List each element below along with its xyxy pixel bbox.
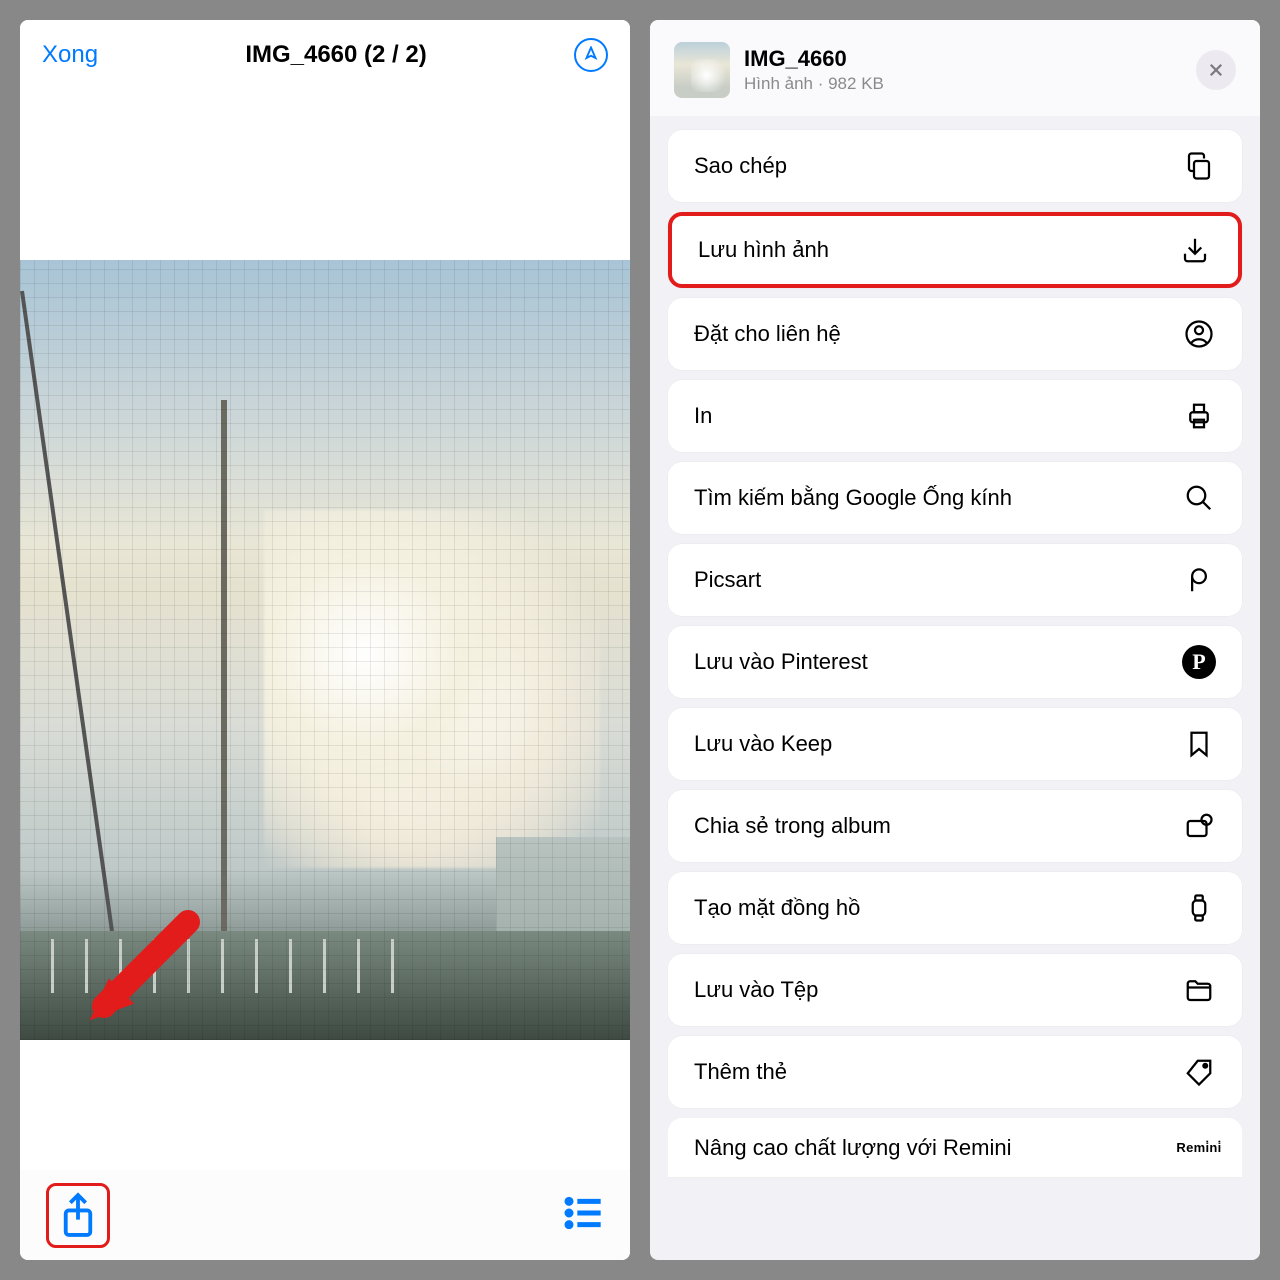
action-label: Lưu hình ảnh <box>698 237 829 263</box>
list-icon[interactable] <box>564 1196 604 1235</box>
action-share-album[interactable]: Chia sẻ trong album <box>668 790 1242 862</box>
share-icon[interactable] <box>59 1192 97 1243</box>
viewer-title: IMG_4660 (2 / 2) <box>245 41 426 69</box>
print-icon <box>1182 399 1216 433</box>
copy-icon <box>1182 149 1216 183</box>
action-label: Lưu vào Keep <box>694 731 832 757</box>
photo-content <box>20 260 630 1040</box>
action-picsart[interactable]: Picsart <box>668 544 1242 616</box>
tag-icon <box>1182 1055 1216 1089</box>
watch-icon <box>1182 891 1216 925</box>
action-add-tags[interactable]: Thêm thẻ <box>668 1036 1242 1108</box>
action-label: Nâng cao chất lượng với Remini <box>694 1135 1012 1161</box>
share-subtitle: Hình ảnh · 982 KB <box>744 74 1182 94</box>
photo-area[interactable] <box>20 90 630 1170</box>
remini-icon: Remi̇ni̇ <box>1182 1131 1216 1165</box>
share-actions-list: Sao chép Lưu hình ảnh Đặt cho liên hệ In <box>650 116 1260 1186</box>
folder-icon <box>1182 973 1216 1007</box>
markup-icon[interactable] <box>574 38 608 72</box>
action-label: Picsart <box>694 567 761 593</box>
share-thumbnail <box>674 42 730 98</box>
action-label: Tìm kiếm bằng Google Ống kính <box>694 485 1012 511</box>
share-title: IMG_4660 <box>744 46 1182 72</box>
action-copy[interactable]: Sao chép <box>668 130 1242 202</box>
viewer-header: Xong IMG_4660 (2 / 2) <box>20 20 630 90</box>
action-label: Chia sẻ trong album <box>694 813 891 839</box>
contact-icon <box>1182 317 1216 351</box>
action-pinterest[interactable]: Lưu vào Pinterest P <box>668 626 1242 698</box>
action-keep[interactable]: Lưu vào Keep <box>668 708 1242 780</box>
share-sheet-panel: IMG_4660 Hình ảnh · 982 KB Sao chép Lưu … <box>650 20 1260 1260</box>
viewer-toolbar <box>20 1170 630 1260</box>
action-google-lens[interactable]: Tìm kiếm bằng Google Ống kính <box>668 462 1242 534</box>
action-save-image[interactable]: Lưu hình ảnh <box>668 212 1242 288</box>
action-save-files[interactable]: Lưu vào Tệp <box>668 954 1242 1026</box>
share-button-highlight <box>46 1183 110 1248</box>
bookmark-icon <box>1182 727 1216 761</box>
album-share-icon <box>1182 809 1216 843</box>
action-watch-face[interactable]: Tạo mặt đồng hồ <box>668 872 1242 944</box>
action-label: Tạo mặt đồng hồ <box>694 895 860 921</box>
photo-viewer-panel: Xong IMG_4660 (2 / 2) <box>20 20 630 1260</box>
close-button[interactable] <box>1196 50 1236 90</box>
search-icon <box>1182 481 1216 515</box>
action-print[interactable]: In <box>668 380 1242 452</box>
pinterest-icon: P <box>1182 645 1216 679</box>
picsart-icon <box>1182 563 1216 597</box>
action-assign-contact[interactable]: Đặt cho liên hệ <box>668 298 1242 370</box>
action-remini[interactable]: Nâng cao chất lượng với Remini Remi̇ni̇ <box>668 1118 1242 1178</box>
action-label: Đặt cho liên hệ <box>694 321 841 347</box>
action-label: In <box>694 403 712 429</box>
action-label: Lưu vào Pinterest <box>694 649 868 675</box>
action-label: Sao chép <box>694 153 787 179</box>
action-label: Lưu vào Tệp <box>694 977 818 1003</box>
download-icon <box>1178 233 1212 267</box>
action-label: Thêm thẻ <box>694 1059 787 1085</box>
done-button[interactable]: Xong <box>42 41 98 69</box>
share-sheet-header: IMG_4660 Hình ảnh · 982 KB <box>650 20 1260 116</box>
